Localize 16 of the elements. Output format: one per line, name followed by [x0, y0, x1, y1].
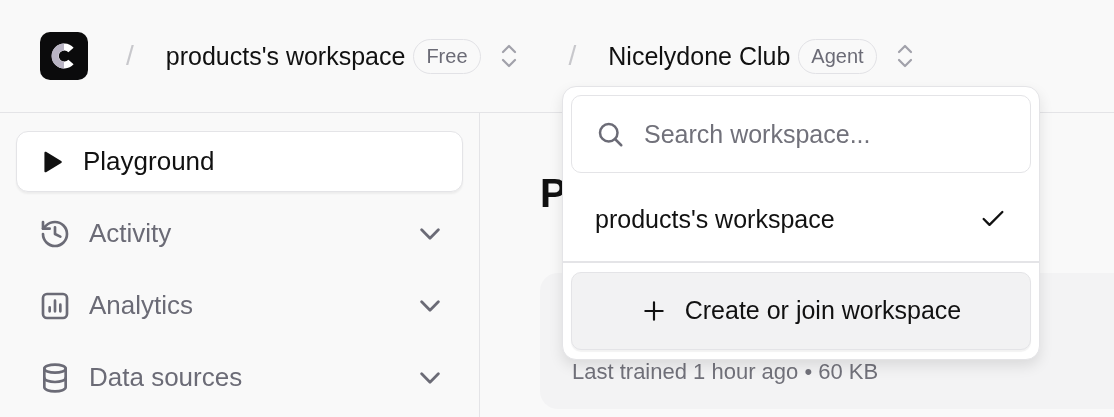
sidebar-item[interactable]: Activity: [16, 203, 463, 264]
breadcrumb-link[interactable]: products's workspace: [165, 41, 406, 71]
chevron-down-icon: [420, 371, 440, 384]
workspace-option[interactable]: products's workspace: [571, 177, 1031, 261]
chevron-down-icon: [420, 299, 440, 312]
logo-icon[interactable]: [40, 32, 88, 80]
sidebar-item[interactable]: Data sources: [16, 347, 463, 408]
search-field[interactable]: Search workspace...: [571, 95, 1031, 173]
create-workspace-button[interactable]: Create or join workspace: [571, 271, 1031, 350]
sidebar-item[interactable]: Analytics: [16, 275, 463, 336]
training-info: Last trained 1 hour ago • 60 KB: [572, 359, 879, 385]
sidebar-item[interactable]: Playground: [16, 131, 463, 192]
chevron-down-icon: [420, 227, 440, 240]
breadcrumb-separator: /: [568, 40, 577, 72]
breadcrumb-separator: /: [126, 40, 134, 72]
breadcrumb-link[interactable]: Nicelydone Club: [608, 41, 791, 71]
